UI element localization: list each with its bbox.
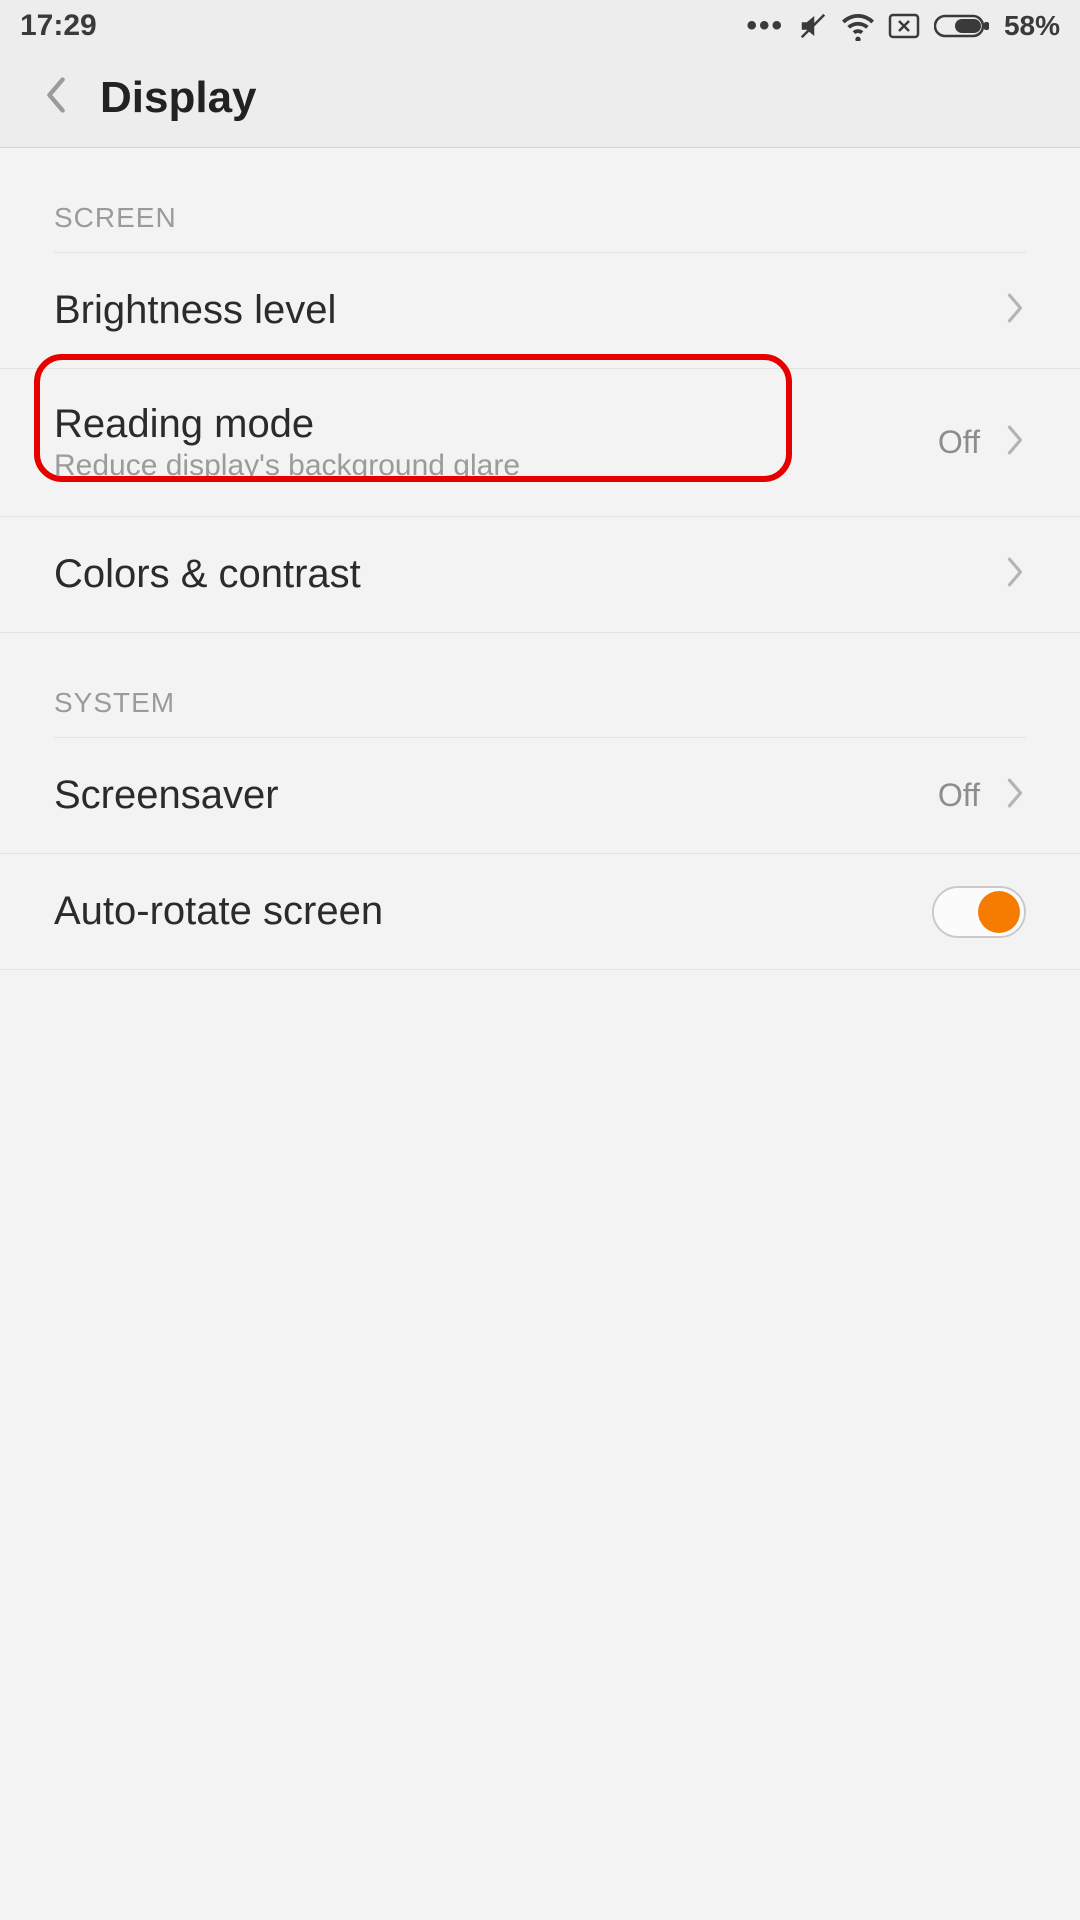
section-header-screen: SCREEN [0,148,1080,252]
status-time: 17:29 [20,9,97,43]
chevron-right-icon [1004,289,1026,332]
status-bar: 17:29 ••• [0,0,1080,52]
no-sim-icon [888,13,920,39]
row-title: Brightness level [54,288,336,333]
row-subtitle: Reduce display's background glare [54,449,520,483]
row-title: Screensaver [54,773,279,818]
row-auto-rotate[interactable]: Auto-rotate screen [0,854,1080,970]
row-title: Reading mode [54,402,520,447]
row-title: Colors & contrast [54,552,361,597]
section-header-system: SYSTEM [0,633,1080,737]
mute-icon [798,11,828,41]
page-title: Display [100,73,257,123]
row-reading-mode[interactable]: Reading mode Reduce display's background… [0,369,1080,517]
row-screensaver[interactable]: Screensaver Off [0,738,1080,854]
row-brightness-level[interactable]: Brightness level [0,253,1080,369]
more-dots-icon: ••• [746,9,784,43]
toggle-knob [978,891,1020,933]
chevron-right-icon [1004,553,1026,596]
row-value: Off [938,777,980,814]
chevron-right-icon [1004,774,1026,817]
chevron-right-icon [1004,421,1026,464]
back-icon[interactable] [42,73,70,122]
row-value: Off [938,424,980,461]
settings-content: SCREEN Brightness level Reading mode Red… [0,148,1080,970]
status-icons: ••• [746,9,1060,43]
wifi-icon [842,11,874,41]
row-title: Auto-rotate screen [54,889,383,934]
row-colors-contrast[interactable]: Colors & contrast [0,517,1080,633]
app-header: Display [0,52,1080,148]
battery-icon [934,13,990,39]
auto-rotate-toggle[interactable] [932,886,1026,938]
battery-percent: 58% [1004,10,1060,42]
